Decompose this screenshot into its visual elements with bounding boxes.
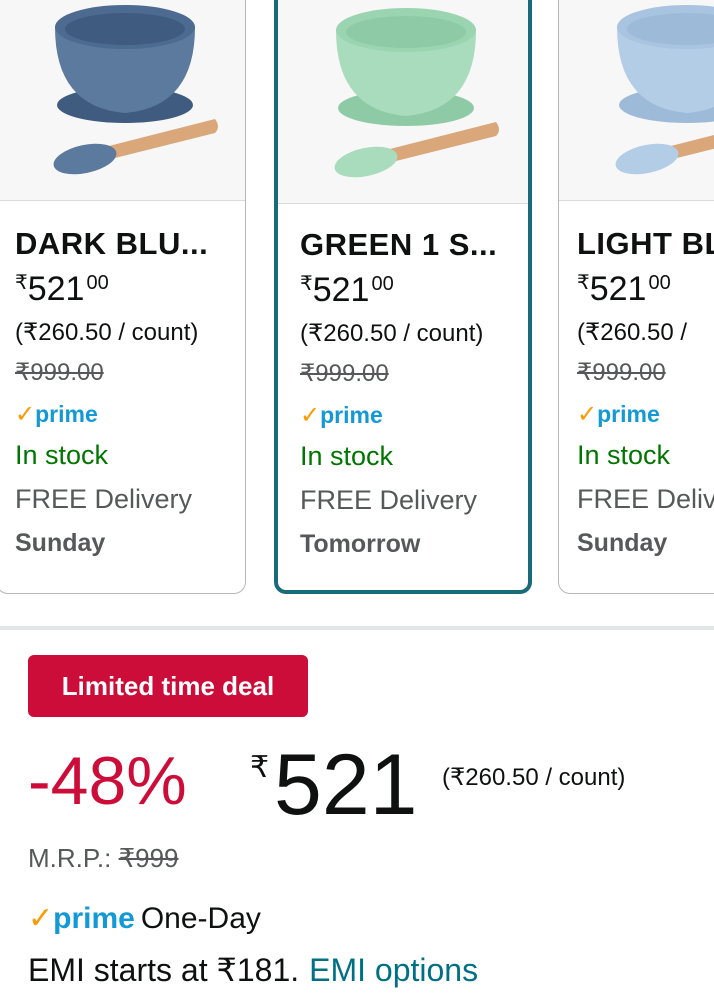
variant-delivery-day: Sunday <box>15 529 106 557</box>
mrp-value: ₹999 <box>118 843 179 873</box>
variant-mrp: ₹999.00 <box>577 359 666 386</box>
variant-delivery: FREE Deliv <box>577 484 714 514</box>
variant-delivery: FREE Delivery <box>300 485 478 515</box>
emi-text: EMI starts at ₹181. <box>28 952 300 988</box>
deal-unit-price: (₹260.50 / count) <box>442 764 626 791</box>
variant-card-dark-blue[interactable]: DARK BLU... ₹521 00 (₹260.50 / count) ₹99… <box>0 0 246 594</box>
variant-card-green[interactable]: GREEN 1 S... ₹521 00 (₹260.50 / count) ₹9… <box>274 0 532 594</box>
variant-unit-price: (₹260.50 / <box>577 319 688 346</box>
prime-badge: ✓prime <box>300 402 383 429</box>
discount-percent: -48% <box>28 743 187 819</box>
price-currency: ₹ <box>250 751 270 784</box>
emi-options-link[interactable]: EMI options <box>309 952 478 988</box>
checkmark-icon: ✓ <box>15 401 36 428</box>
variant-name: DARK BLU... <box>15 226 209 261</box>
variant-delivery-day: Sunday <box>577 529 668 557</box>
variant-card-light-blue[interactable]: LIGHT BL ₹521 00 (₹260.50 / ₹999.00 ✓prim… <box>558 0 714 594</box>
prime-label: prime <box>53 902 135 935</box>
variant-stock: In stock <box>15 440 109 470</box>
mrp-label: M.R.P.: <box>28 843 112 873</box>
bowl-spoon-image <box>615 5 714 175</box>
variant-name: LIGHT BL <box>577 226 714 261</box>
variant-price: ₹521 00 <box>577 270 671 308</box>
variant-image <box>559 0 714 201</box>
prime-one-day: ✓prime One-Day <box>28 896 261 942</box>
limited-time-deal-badge: Limited time deal <box>28 655 308 717</box>
variant-price: ₹521 00 <box>15 270 109 308</box>
variant-unit-price: (₹260.50 / count) <box>300 320 484 347</box>
mrp-line: M.R.P.: ₹999 <box>28 836 178 880</box>
variant-image <box>0 0 245 201</box>
variant-image <box>278 0 528 204</box>
prime-badge: ✓prime <box>577 401 660 428</box>
checkmark-icon: ✓ <box>28 902 54 935</box>
variant-carousel[interactable]: DARK BLU... ₹521 00 (₹260.50 / count) ₹99… <box>0 0 714 600</box>
emi-line: EMI starts at ₹181. EMI options <box>28 947 478 993</box>
variant-unit-price: (₹260.50 / count) <box>15 319 199 346</box>
deal-price: 521 <box>274 737 418 833</box>
bowl-spoon-image <box>53 5 218 175</box>
variant-price: ₹521 00 <box>300 271 394 309</box>
checkmark-icon: ✓ <box>577 401 598 428</box>
bowl-spoon-image <box>334 8 499 178</box>
variant-delivery: FREE Delivery <box>15 484 193 514</box>
variant-stock: In stock <box>300 441 394 471</box>
section-divider <box>0 626 714 630</box>
variant-delivery-day: Tomorrow <box>300 530 421 558</box>
variant-mrp: ₹999.00 <box>300 360 389 387</box>
checkmark-icon: ✓ <box>300 402 321 429</box>
prime-one-day-label: One-Day <box>140 902 261 935</box>
prime-badge: ✓prime <box>15 401 98 428</box>
variant-mrp: ₹999.00 <box>15 359 104 386</box>
variant-stock: In stock <box>577 440 671 470</box>
variant-name: GREEN 1 S... <box>300 227 498 262</box>
